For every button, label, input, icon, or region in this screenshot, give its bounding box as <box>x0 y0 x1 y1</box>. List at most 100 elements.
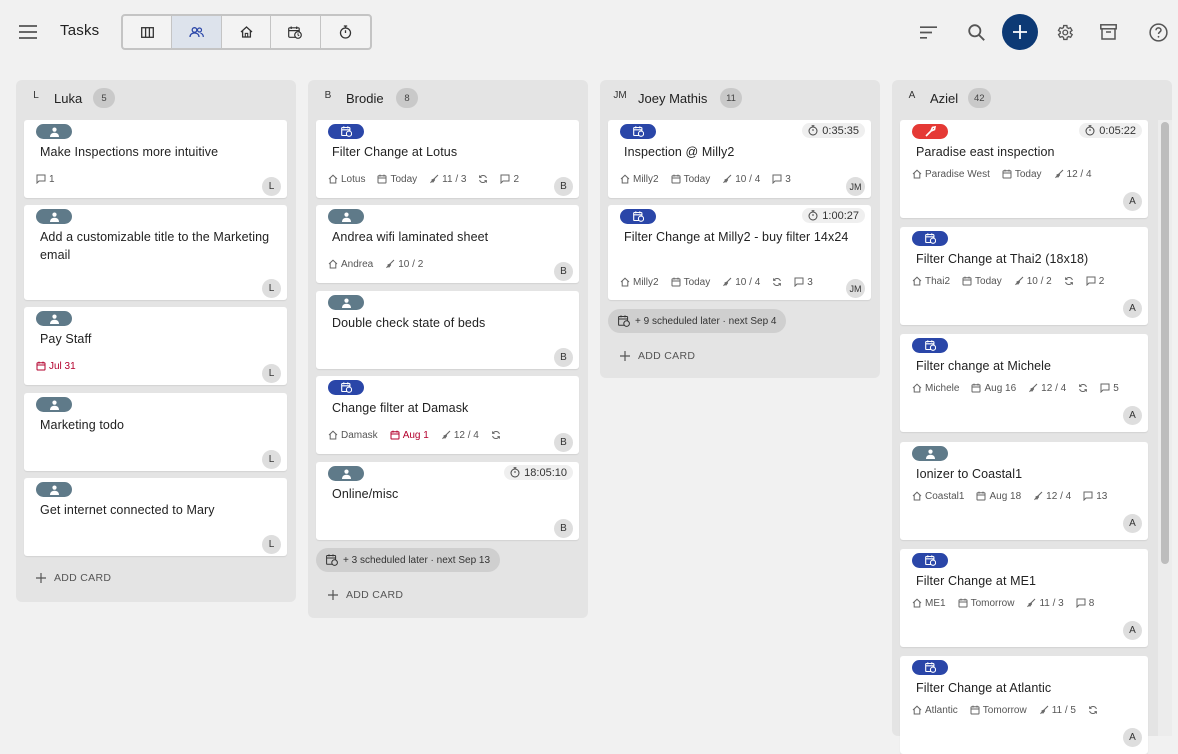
task-card[interactable]: Add a customizable title to the Marketin… <box>24 205 287 300</box>
scheduled-later-chip[interactable]: + 9 scheduled later · next Sep 4 <box>608 309 787 333</box>
timer-view-button[interactable] <box>321 16 370 48</box>
task-card[interactable]: 18:05:10 Online/misc B <box>316 462 579 540</box>
card-title: Pay Staff <box>40 332 92 346</box>
assignee-avatar[interactable]: B <box>554 519 573 538</box>
add-task-button[interactable] <box>1002 14 1038 50</box>
card-due-date: Today <box>975 275 1002 287</box>
card-due-date: Jul 31 <box>49 360 76 372</box>
card-due-date: Aug 1 <box>402 429 429 441</box>
home-icon <box>912 598 922 608</box>
timer-badge[interactable]: 0:05:22 <box>1079 123 1142 138</box>
scheduled-later-chip[interactable]: + 3 scheduled later · next Sep 13 <box>316 548 501 572</box>
timer-value: 0:05:22 <box>1099 124 1136 137</box>
column-scrollbar[interactable] <box>1158 120 1172 736</box>
task-card[interactable]: Double check state of beds B <box>316 291 579 369</box>
person-icon <box>341 469 351 479</box>
assignee-avatar[interactable]: B <box>554 177 573 196</box>
assignee-avatar[interactable]: A <box>1123 406 1142 425</box>
task-card[interactable]: 0:05:22 Paradise east inspection Paradise … <box>900 120 1148 218</box>
archive-button[interactable] <box>1092 16 1124 48</box>
task-card[interactable]: Filter Change at Atlantic Atlantic Tomorro… <box>900 656 1148 754</box>
task-card[interactable]: Filter Change at Lotus Lotus Today 11 / 3 2 B <box>316 120 579 198</box>
settings-button[interactable] <box>1048 16 1080 48</box>
timer-badge[interactable]: 1:00:27 <box>802 208 865 223</box>
assignee-avatar[interactable]: L <box>262 279 281 298</box>
card-meta: Paradise West Today 12 / 4 <box>912 167 1101 181</box>
card-title: Ionizer to Coastal1 <box>916 467 1023 481</box>
comment-icon <box>772 174 782 184</box>
assignee-avatar[interactable]: B <box>554 348 573 367</box>
schedule-view-button[interactable] <box>271 16 321 48</box>
task-card[interactable]: 0:35:35 Inspection @ Milly2 Milly2 Today 10 … <box>608 120 871 198</box>
timer-badge[interactable]: 18:05:10 <box>504 465 573 480</box>
people-view-button[interactable] <box>172 16 222 48</box>
person-icon <box>49 127 59 137</box>
menu-icon[interactable] <box>14 18 42 46</box>
assignee-avatar[interactable]: A <box>1123 514 1142 533</box>
assignee-avatar[interactable]: A <box>1123 728 1142 747</box>
card-checklist: 11 / 3 <box>442 173 467 185</box>
assignee-avatar[interactable]: JM <box>846 177 865 196</box>
recurring-icon <box>1064 276 1074 286</box>
card-checklist: 10 / 4 <box>735 173 761 185</box>
card-meta: Damask Aug 1 12 / 4 <box>328 428 510 442</box>
home-icon <box>240 26 252 38</box>
task-card[interactable]: Change filter at Damask Damask Aug 1 12 / 4… <box>316 376 579 454</box>
assignee-avatar[interactable]: A <box>1123 192 1142 211</box>
home-icon <box>912 169 922 179</box>
task-card[interactable]: Filter Change at Thai2 (18x18) Thai2 Today… <box>900 227 1148 325</box>
card-title: Marketing todo <box>40 418 125 432</box>
card-meta: Thai2 Today 10 / 2 2 <box>912 274 1113 288</box>
card-checklist: 12 / 4 <box>1041 382 1067 394</box>
task-card[interactable]: Make Inspections more intuitive 1 L <box>24 120 287 198</box>
person-icon <box>341 212 351 222</box>
calendar-clock-icon <box>632 126 644 137</box>
location-view-button[interactable] <box>222 16 272 48</box>
card-comment-count: 3 <box>785 173 791 185</box>
assignee-avatar[interactable]: L <box>262 177 281 196</box>
assignee-avatar[interactable]: A <box>1123 299 1142 318</box>
card-comment-count: 1 <box>49 173 55 185</box>
add-card-button[interactable]: ADD CARD <box>620 350 695 362</box>
scrollbar-thumb[interactable] <box>1161 122 1169 564</box>
calendar-icon <box>671 277 681 287</box>
assignee-avatar[interactable]: L <box>262 450 281 469</box>
home-icon <box>328 259 338 269</box>
search-button[interactable] <box>960 16 992 48</box>
board-view-button[interactable] <box>123 16 173 48</box>
task-card[interactable]: Andrea wifi laminated sheet Andrea 10 / 2 B <box>316 205 579 283</box>
task-card[interactable]: Pay Staff Jul 31 L <box>24 307 287 385</box>
assignee-avatar[interactable]: L <box>262 364 281 383</box>
home-icon <box>328 174 338 184</box>
comment-icon <box>1083 491 1093 501</box>
add-card-button[interactable]: ADD CARD <box>328 589 403 601</box>
task-card[interactable]: Filter Change at ME1 ME1 Tomorrow 11 / 3 8 A <box>900 549 1148 647</box>
task-card[interactable]: Ionizer to Coastal1 Coastal1 Aug 18 12 / 4 1… <box>900 442 1148 540</box>
assignee-avatar[interactable]: L <box>262 535 281 554</box>
assignee-avatar[interactable]: B <box>554 262 573 281</box>
view-switcher <box>121 14 372 50</box>
card-meta: Andrea 10 / 2 <box>328 257 432 271</box>
calendar-icon <box>36 361 46 371</box>
card-title: Filter Change at ME1 <box>916 574 1037 588</box>
card-due-date: Aug 18 <box>989 490 1022 502</box>
task-card[interactable]: Filter change at Michele Michele Aug 16 12 … <box>900 334 1148 432</box>
timer-badge[interactable]: 0:35:35 <box>802 123 865 138</box>
card-title: Andrea wifi laminated sheet <box>332 230 489 244</box>
plus-icon <box>36 573 46 583</box>
timer-value: 18:05:10 <box>524 466 567 479</box>
card-title: Paradise east inspection <box>916 145 1055 159</box>
sort-button[interactable] <box>912 16 944 48</box>
home-icon <box>620 174 630 184</box>
recurring-icon <box>1088 705 1098 715</box>
task-card[interactable]: 1:00:27 Filter Change at Milly2 - buy fil… <box>608 205 871 300</box>
task-card[interactable]: Marketing todo L <box>24 393 287 471</box>
add-card-button[interactable]: ADD CARD <box>36 572 111 584</box>
assignee-avatar[interactable]: A <box>1123 621 1142 640</box>
card-checklist: 10 / 4 <box>735 276 761 288</box>
assignee-avatar[interactable]: JM <box>846 279 865 298</box>
assignee-avatar[interactable]: B <box>554 433 573 452</box>
plus-icon <box>620 351 630 361</box>
help-button[interactable] <box>1142 16 1174 48</box>
task-card[interactable]: Get internet connected to Mary L <box>24 478 287 556</box>
